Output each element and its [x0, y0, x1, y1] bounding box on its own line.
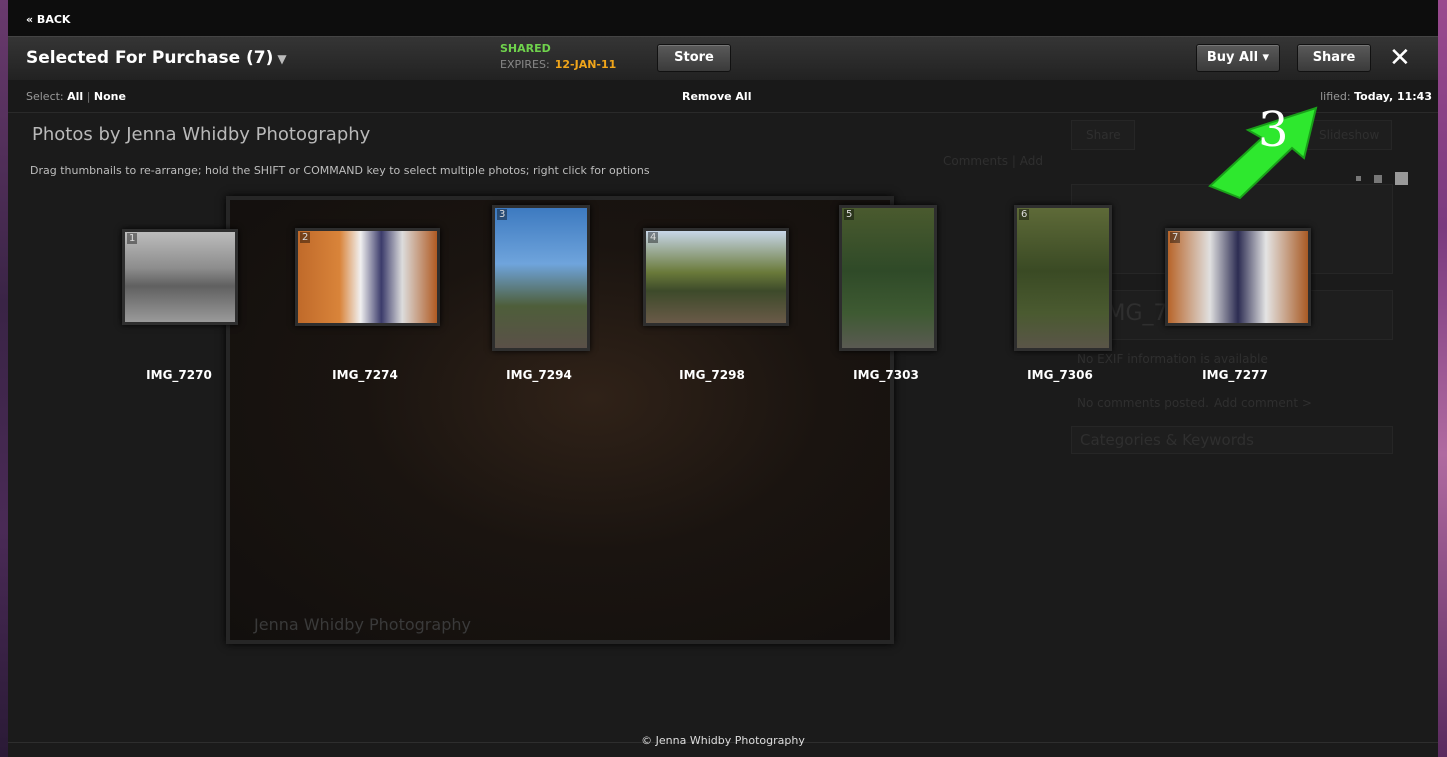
- ghost-add-comment: Add comment >: [1214, 396, 1312, 410]
- store-button[interactable]: Store: [657, 44, 731, 72]
- select-prefix-label: Select:: [26, 90, 64, 103]
- set-title-dropdown[interactable]: Selected For Purchase (7) ▼: [26, 48, 287, 68]
- select-separator: |: [86, 90, 91, 103]
- annotation-step-number: 3: [1258, 102, 1289, 158]
- photo-watermark: Jenna Whidby Photography: [254, 615, 471, 634]
- photo-name: IMG_7303: [853, 368, 919, 382]
- set-title-label: Selected For Purchase (7): [26, 48, 274, 68]
- last-modified: lified: Today, 11:43: [1320, 90, 1432, 103]
- photo-image: [125, 232, 235, 322]
- photo-name: IMG_7294: [506, 368, 572, 382]
- photo-index: 1: [127, 233, 138, 244]
- close-icon[interactable]: ✕: [1389, 43, 1411, 73]
- ghost-categories-label: Categories & Keywords: [1080, 431, 1254, 449]
- photo-image: [1168, 231, 1308, 323]
- photo-index: 5: [844, 209, 855, 220]
- select-controls: Select: All | None: [26, 90, 126, 103]
- header-bar: Selected For Purchase (7) ▼ SHARED EXPIRE…: [8, 36, 1438, 81]
- ghost-exif-text: No EXIF information is available: [1077, 352, 1268, 366]
- photo-thumbnail[interactable]: 5: [839, 205, 937, 351]
- ghost-comments-link: Comments | Add: [943, 154, 1043, 168]
- thumbnail-size-controls: [1348, 168, 1408, 187]
- photo-image: [646, 231, 786, 323]
- expires-label: EXPIRES:: [500, 58, 550, 71]
- footer-copyright: © Jenna Whidby Photography: [641, 734, 805, 747]
- photo-thumbnail[interactable]: 6: [1014, 205, 1112, 351]
- photo-image: [842, 208, 934, 348]
- desktop-edge-right: [1438, 0, 1447, 757]
- ghost-share-label: Share: [1086, 128, 1121, 142]
- photo-name: IMG_7274: [332, 368, 398, 382]
- photo-image: [298, 231, 437, 323]
- remove-all-link[interactable]: Remove All: [682, 90, 751, 103]
- top-bar: « BACK: [8, 0, 1438, 36]
- photo-name: IMG_7277: [1202, 368, 1268, 382]
- ghost-categories-panel: Categories & Keywords: [1071, 426, 1393, 454]
- photo-index: 2: [300, 232, 311, 243]
- shared-label: SHARED: [500, 42, 551, 55]
- ghost-share-button: Share: [1071, 120, 1135, 150]
- lightbox-window: « BACK Selected For Purchase (7) ▼ SHARED…: [8, 0, 1438, 757]
- buy-all-button[interactable]: Buy All ▾: [1196, 44, 1280, 72]
- photo-thumbnail[interactable]: 2: [295, 228, 440, 326]
- photo-index: 6: [1019, 209, 1030, 220]
- photo-thumbnail[interactable]: 1: [122, 229, 238, 325]
- chevron-down-icon: ▼: [277, 52, 287, 66]
- desktop-edge-left: [0, 0, 8, 757]
- photo-thumbnail[interactable]: 4: [643, 228, 789, 326]
- photo-thumbnail[interactable]: 7: [1165, 228, 1311, 326]
- photo-index: 3: [497, 209, 508, 220]
- expires-date: 12-JAN-11: [554, 58, 617, 71]
- select-none-link[interactable]: None: [94, 90, 126, 103]
- photo-name: IMG_7270: [146, 368, 212, 382]
- share-status: SHARED EXPIRES: 12-JAN-11: [500, 42, 616, 72]
- gallery-instructions: Drag thumbnails to re-arrange; hold the …: [30, 164, 650, 177]
- size-large-icon[interactable]: [1395, 172, 1408, 185]
- gallery-title: Photos by Jenna Whidby Photography: [32, 124, 371, 145]
- modified-value: Today, 11:43: [1354, 90, 1432, 103]
- back-link[interactable]: « BACK: [26, 13, 70, 26]
- photo-index: 4: [648, 232, 659, 243]
- photo-index: 7: [1170, 232, 1181, 243]
- select-all-link[interactable]: All: [67, 90, 83, 103]
- size-medium-icon[interactable]: [1373, 174, 1382, 183]
- photo-name: IMG_7306: [1027, 368, 1093, 382]
- ghost-comments-text: No comments posted.: [1077, 396, 1209, 410]
- photo-name: IMG_7298: [679, 368, 745, 382]
- photo-thumbnail[interactable]: 3: [492, 205, 590, 351]
- share-button[interactable]: Share: [1297, 44, 1371, 72]
- size-small-icon[interactable]: [1355, 176, 1361, 181]
- photo-image: [1017, 208, 1109, 348]
- photo-image: [495, 208, 587, 348]
